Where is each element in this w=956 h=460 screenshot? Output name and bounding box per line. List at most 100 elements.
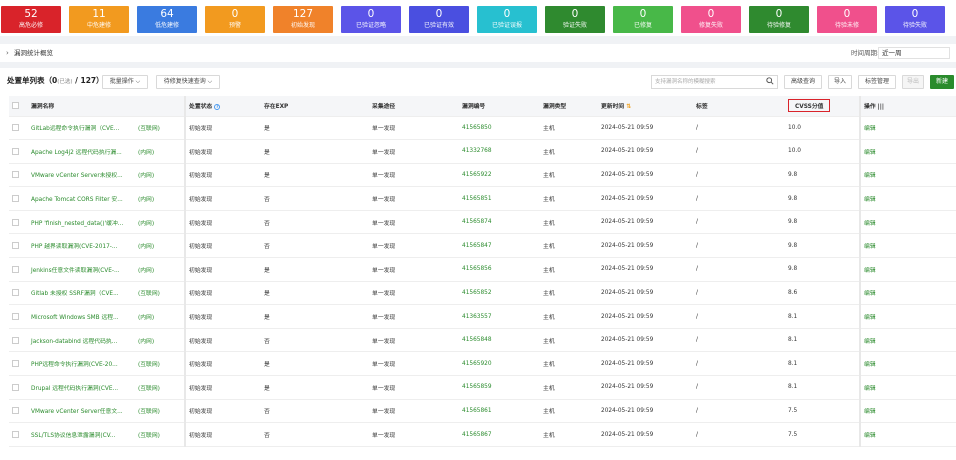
vuln-name-link[interactable]: PHP 越界读取漏洞(CVE-2017-... (28, 233, 135, 259)
stat-tile[interactable]: 11 中危建修 (69, 6, 129, 33)
bulk-action-button[interactable]: 批量操作 ⌵ (102, 75, 148, 89)
row-checkbox[interactable] (9, 304, 28, 329)
tag-manage-button[interactable]: 标签管理 (858, 75, 896, 89)
row-checkbox[interactable] (9, 210, 28, 235)
vuln-id-link[interactable]: 41565856 (459, 257, 541, 282)
row-checkbox[interactable] (9, 351, 28, 377)
stat-tile[interactable]: 0 已验证误报 (477, 6, 537, 33)
vuln-name-link[interactable]: Gitlab 未授权 SSRF漏洞（CVE... (28, 281, 135, 306)
vuln-name-link[interactable]: SSL/TLS协议信息泄露漏洞(CV... (28, 422, 135, 447)
edit-link[interactable]: 编辑 (859, 304, 956, 329)
stat-tile[interactable]: 0 已修复 (613, 6, 673, 33)
row-checkbox[interactable] (9, 163, 28, 188)
checkbox-icon[interactable] (12, 102, 19, 110)
vuln-id-link[interactable]: 41565852 (459, 281, 541, 306)
stat-tile[interactable]: 64 低危建修 (137, 6, 197, 33)
vuln-id-link[interactable]: 41565920 (459, 351, 541, 377)
vuln-id-link[interactable]: 41565850 (459, 116, 541, 141)
vuln-name-link[interactable]: VMware vCenter Server任意文... (28, 399, 135, 424)
edit-link[interactable]: 编辑 (859, 163, 956, 188)
checkbox-icon[interactable] (12, 336, 19, 344)
stat-tile[interactable]: 0 待验未修 (817, 6, 877, 33)
col-cvss[interactable]: CVSS分值 (785, 96, 861, 117)
edit-link[interactable]: 编辑 (859, 375, 956, 400)
row-checkbox[interactable] (9, 422, 28, 447)
vuln-id-link[interactable]: 41332768 (459, 139, 541, 164)
checkbox-icon[interactable] (12, 124, 19, 132)
vuln-name-link[interactable]: VMware vCenter Server未授权... (28, 163, 135, 188)
edit-link[interactable]: 编辑 (859, 351, 956, 377)
vuln-id-link[interactable]: 41565851 (459, 186, 541, 211)
import-button[interactable]: 导入 (828, 75, 852, 89)
vuln-name-link[interactable]: Jackson-databind 远程代码执... (28, 328, 135, 353)
checkbox-icon[interactable] (12, 218, 19, 226)
export-button[interactable]: 导出 (902, 75, 924, 89)
vuln-name-link[interactable]: Apache Tomcat CORS Filter 安... (28, 186, 135, 211)
row-checkbox[interactable] (9, 139, 28, 164)
row-checkbox[interactable] (9, 399, 28, 424)
edit-link[interactable]: 编辑 (859, 233, 956, 259)
vuln-name-link[interactable]: PHP 'finish_nested_data()'缓冲... (28, 210, 135, 235)
vuln-id-link[interactable]: 41565859 (459, 375, 541, 400)
edit-link[interactable]: 编辑 (859, 139, 956, 164)
stat-tile[interactable]: 0 验证失败 (545, 6, 605, 33)
col-op[interactable]: 操作 ||| (859, 96, 956, 117)
row-checkbox[interactable] (9, 116, 28, 141)
sort-icon[interactable]: ⇅ (626, 103, 631, 110)
vuln-id-link[interactable]: 41565922 (459, 163, 541, 188)
period-select[interactable]: 近一周 (878, 47, 950, 59)
stat-tile[interactable]: 52 高危必修 (1, 6, 61, 33)
edit-link[interactable]: 编辑 (859, 422, 956, 447)
checkbox-icon[interactable] (12, 195, 19, 203)
row-checkbox[interactable] (9, 328, 28, 353)
checkbox-icon[interactable] (12, 431, 19, 439)
edit-link[interactable]: 编辑 (859, 116, 956, 141)
checkbox-icon[interactable] (12, 147, 19, 155)
vuln-name-link[interactable]: Jenkins任意文件读取漏洞(CVE-... (28, 257, 135, 282)
quick-query-button[interactable]: 待修复快速查询 ⌵ (156, 75, 220, 89)
stat-tile[interactable]: 127 初始发现 (273, 6, 333, 33)
vuln-id-link[interactable]: 41565848 (459, 328, 541, 353)
edit-link[interactable]: 编辑 (859, 399, 956, 424)
checkbox-icon[interactable] (12, 289, 19, 297)
checkbox-icon[interactable] (12, 313, 19, 321)
vuln-name-link[interactable]: Microsoft Windows SMB 远程... (28, 304, 135, 329)
vuln-name-link[interactable]: Apache Log4j2 远程代码执行漏... (28, 139, 135, 164)
select-all-checkbox[interactable] (9, 96, 28, 117)
chevron-right-icon[interactable]: › (6, 44, 9, 62)
stat-tile[interactable]: 0 修复失败 (681, 6, 741, 33)
checkbox-icon[interactable] (12, 360, 19, 368)
checkbox-icon[interactable] (12, 171, 19, 179)
vuln-id-link[interactable]: 41565847 (459, 233, 541, 259)
edit-link[interactable]: 编辑 (859, 210, 956, 235)
edit-link[interactable]: 编辑 (859, 328, 956, 353)
advanced-query-button[interactable]: 高级查询 (784, 75, 822, 89)
row-checkbox[interactable] (9, 257, 28, 282)
summary-bar[interactable]: › 漏洞统计概览 时间周期: 近一周 (0, 44, 956, 62)
vuln-name-link[interactable]: Drupal 远程代码执行漏洞(CVE... (28, 375, 135, 400)
row-checkbox[interactable] (9, 233, 28, 259)
stat-tile[interactable]: 0 已验证忽略 (341, 6, 401, 33)
checkbox-icon[interactable] (12, 265, 19, 273)
row-checkbox[interactable] (9, 375, 28, 400)
edit-link[interactable]: 编辑 (859, 257, 956, 282)
edit-link[interactable]: 编辑 (859, 281, 956, 306)
vuln-id-link[interactable]: 41565861 (459, 399, 541, 424)
checkbox-icon[interactable] (12, 407, 19, 415)
checkbox-icon[interactable] (12, 242, 19, 250)
vuln-id-link[interactable]: 41565867 (459, 422, 541, 447)
row-checkbox[interactable] (9, 281, 28, 306)
stat-tile[interactable]: 0 待验修复 (749, 6, 809, 33)
new-button[interactable]: 新建 (930, 75, 954, 89)
stat-tile[interactable]: 0 已验证有效 (409, 6, 469, 33)
help-icon[interactable]: ? (214, 103, 221, 110)
stat-tile[interactable]: 0 待验失败 (885, 6, 945, 33)
row-checkbox[interactable] (9, 186, 28, 211)
search-input[interactable]: 支持漏洞名称的模糊搜索 (651, 75, 778, 89)
stat-tile[interactable]: 0 预警 (205, 6, 265, 33)
vuln-id-link[interactable]: 41363557 (459, 304, 541, 329)
vuln-id-link[interactable]: 41565874 (459, 210, 541, 235)
checkbox-icon[interactable] (12, 383, 19, 391)
vuln-name-link[interactable]: PHP远程命令执行漏洞(CVE-20... (28, 351, 135, 377)
vuln-name-link[interactable]: GitLab远程命令执行漏洞（CVE... (28, 116, 135, 141)
